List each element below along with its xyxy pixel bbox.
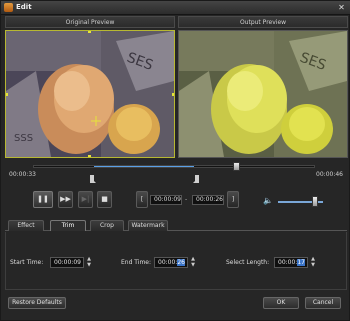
pause-button[interactable]: ❚❚ [33, 191, 53, 208]
output-preview-frame: SES [178, 30, 348, 158]
trim-start-marker[interactable] [90, 175, 96, 183]
end-time-field[interactable]: 00:00:26 [154, 257, 188, 268]
start-time-spinner[interactable]: ▲ ▼ [86, 256, 92, 269]
end-time-spinner[interactable]: ▲ ▼ [190, 256, 196, 269]
end-time-selected: 26 [177, 259, 185, 266]
original-preview-label: Original Preview [5, 16, 175, 28]
edit-window: Edit ✕ Original Preview Output Preview S… [0, 0, 350, 321]
current-time: 00:00:33 [9, 171, 36, 178]
end-time-value: 00:00: [158, 259, 178, 266]
clip-start-time: 00:00:09 [150, 195, 182, 205]
spin-down-icon[interactable]: ▼ [190, 262, 196, 268]
spin-down-icon[interactable]: ▼ [310, 262, 316, 268]
total-time: 00:00:46 [316, 171, 343, 178]
set-start-button[interactable]: [ [136, 191, 148, 208]
title-bar: Edit ✕ [1, 1, 350, 15]
svg-text:SSS: SSS [14, 133, 33, 144]
select-length-selected: 17 [297, 259, 305, 266]
cancel-button[interactable]: Cancel [305, 297, 341, 309]
output-preview-label: Output Preview [178, 16, 348, 28]
tab-trim[interactable]: Trim [50, 220, 86, 231]
spin-down-icon[interactable]: ▼ [86, 262, 92, 268]
tab-effect[interactable]: Effect [8, 220, 44, 231]
timeline-playhead[interactable] [233, 162, 240, 171]
timeline-selected-range [94, 166, 194, 167]
start-time-label: Start Time: [10, 259, 44, 266]
ok-button[interactable]: OK [263, 297, 299, 309]
time-separator: - [185, 196, 188, 203]
timeline: 00:00:33 00:00:46 [5, 159, 347, 187]
select-length-spinner[interactable]: ▲ ▼ [310, 256, 316, 269]
playback-controls: ❚❚ ▶▶ ▶| ■ [ 00:00:09 - 00:00:26 ] 🔈 [1, 187, 350, 215]
stop-button[interactable]: ■ [97, 191, 112, 208]
original-preview-frame[interactable]: SES SSS [5, 30, 175, 158]
close-icon[interactable]: ✕ [336, 3, 347, 13]
trim-end-marker[interactable] [193, 175, 199, 183]
select-length-value: 00:00: [278, 259, 298, 266]
next-frame-button[interactable]: ▶| [78, 191, 93, 208]
volume-icon[interactable]: 🔈 [263, 196, 273, 205]
select-length-field[interactable]: 00:00:17 [274, 257, 308, 268]
output-video-image: SES [179, 31, 347, 157]
set-end-button[interactable]: ] [227, 191, 239, 208]
tab-watermark[interactable]: Watermark [128, 220, 168, 231]
restore-defaults-button[interactable]: Restore Defaults [8, 297, 66, 309]
end-time-label: End Time: [121, 259, 152, 266]
tab-crop[interactable]: Crop [90, 220, 124, 231]
edit-tabs: Effect Trim Crop Watermark [5, 220, 347, 231]
trim-panel: Start Time: 00:00:09 ▲ ▼ End Time: 00:00… [5, 232, 347, 290]
volume-slider-thumb[interactable] [312, 196, 318, 207]
timeline-track[interactable] [33, 165, 315, 168]
select-length-label: Select Length: [226, 259, 270, 266]
app-icon [4, 3, 13, 12]
original-video-image: SES SSS [6, 31, 174, 157]
fast-forward-button[interactable]: ▶▶ [58, 191, 73, 208]
start-time-field[interactable]: 00:00:09 [50, 257, 84, 268]
clip-end-time: 00:00:26 [192, 195, 224, 205]
window-title: Edit [16, 3, 32, 11]
